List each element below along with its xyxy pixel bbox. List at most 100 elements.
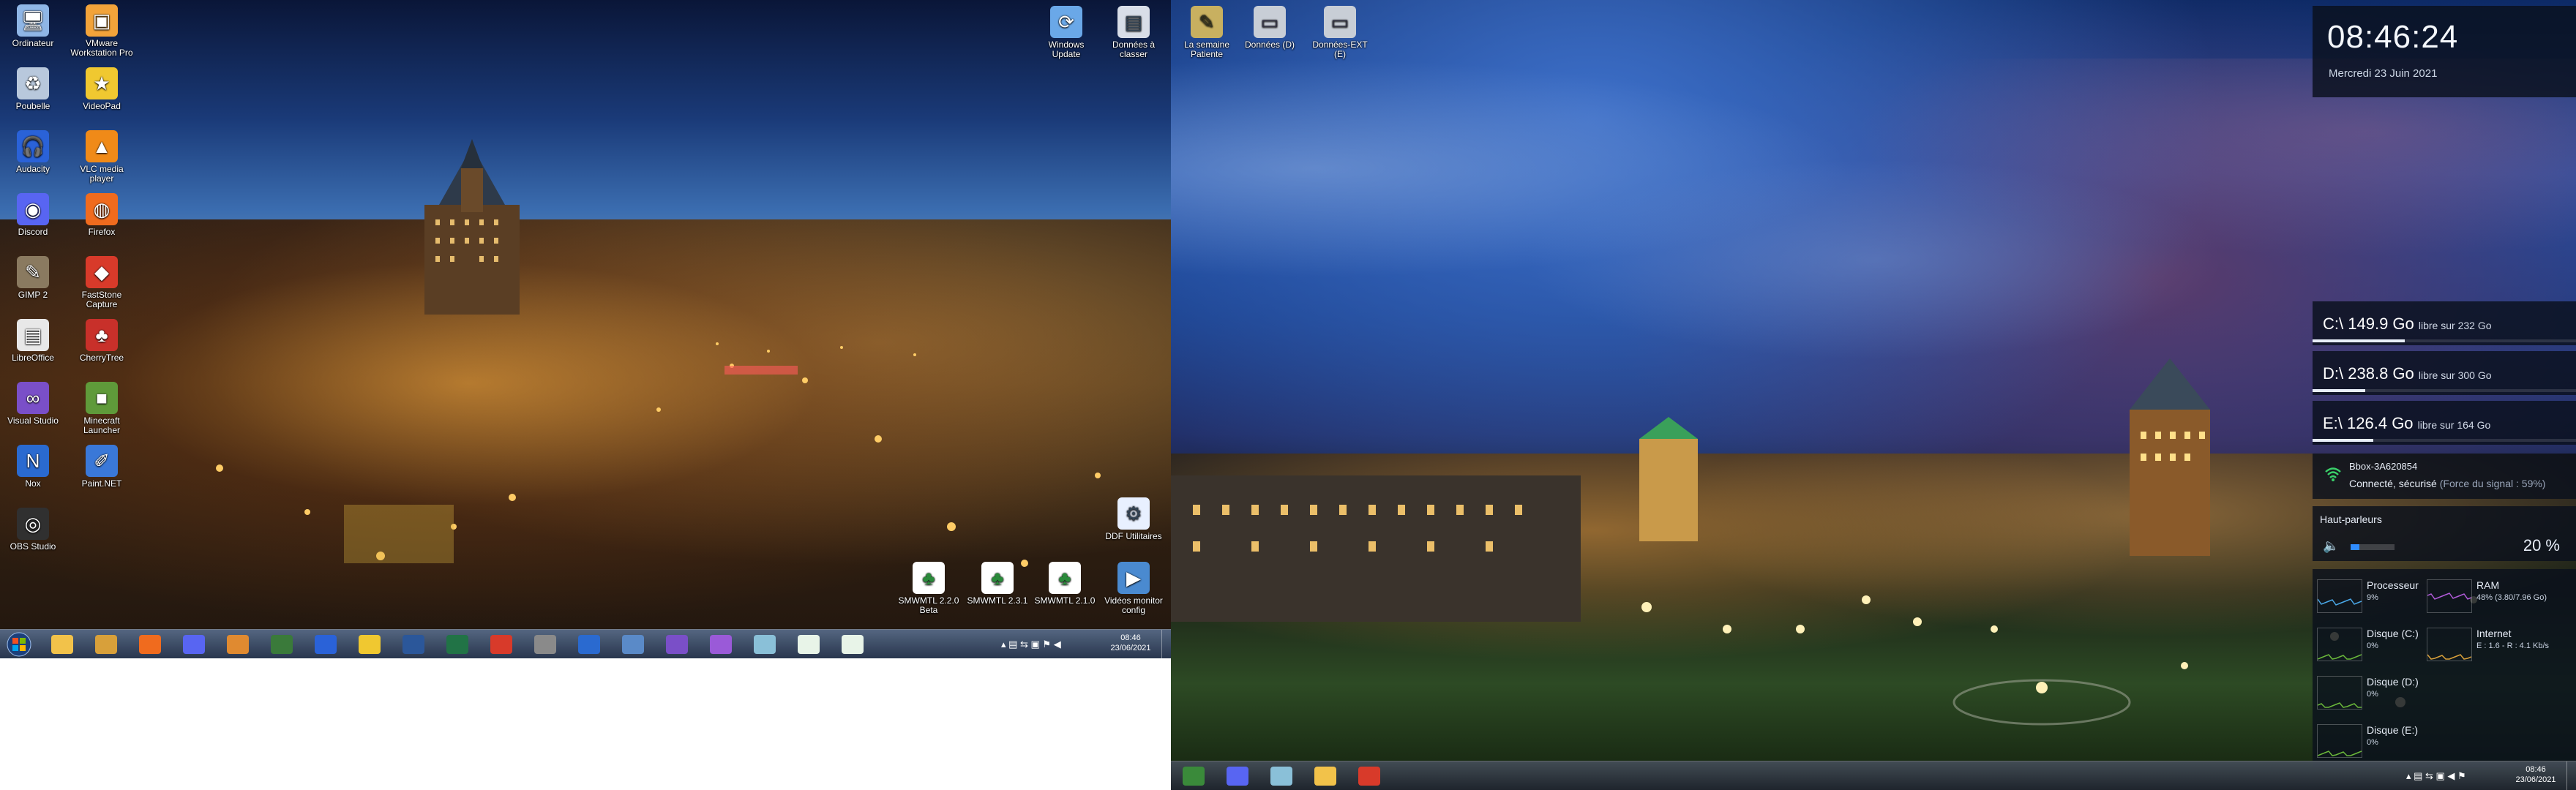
windows-update-shortcut[interactable]: ⟳ Windows Update [1033,6,1099,59]
taskbar-app-explorer[interactable] [1307,764,1344,788]
nox-shortcut[interactable]: N Nox [0,445,66,489]
taskbar-app-faststone[interactable] [1351,764,1388,788]
videopad-icon: ★ [86,67,118,99]
taskbar-app-excel[interactable] [439,633,476,656]
vlc-shortcut[interactable]: ▲ VLC media player [69,130,135,184]
taskbar-clock[interactable]: 08:46 23/06/2021 [2510,764,2561,785]
taskbar-app-steam[interactable] [263,633,300,656]
clock-time: 08:46 [2526,765,2546,774]
notepad-icon [754,635,776,654]
taskbar-app-vs-preview[interactable] [703,633,739,656]
tray-icons[interactable]: ▴ ▤ ⇆ ▣ ⚑ ◀ [1001,639,1061,650]
taskbar-clock[interactable]: 08:46 23/06/2021 [1105,633,1156,653]
performance-widget[interactable]: Processeur 9% RAM 48% (3.80/7.96 Go) Dis… [2313,569,2576,768]
videopad-shortcut[interactable]: ★ VideoPad [69,67,135,111]
smwmtl-210-shortcut[interactable]: ♣ SMWMTL 2.1.0 [1032,562,1098,606]
perf-value: 0% [2367,738,2378,747]
speaker-icon[interactable]: 🔈 [2323,538,2339,554]
cherrytree-icon: ♣ [86,319,118,351]
taskbar-app-media-player[interactable] [220,633,256,656]
taskbar-app-audacity[interactable] [307,633,344,656]
perf-line [2317,750,2362,756]
taskbar-app-firefox[interactable] [132,633,168,656]
gimp-shortcut[interactable]: ✎ GIMP 2 [0,256,66,300]
taskbar-app-discord[interactable] [176,633,212,656]
drive-usage-bar [2313,339,2576,342]
drive-e-widget[interactable]: E:\ 126.4 Go libre sur 164 Go [2313,401,2576,445]
taskbar-app-explorer[interactable] [44,633,80,656]
taskbar-app-smwmtl-2[interactable] [834,633,871,656]
show-desktop-button[interactable] [1161,630,1171,658]
perf-internet[interactable]: Internet E : 1.6 - R : 4.1 Kb/s [2422,622,2551,666]
perf-line [2317,702,2362,708]
wifi-signal-icon [2325,467,2341,481]
minecraft-icon: ■ [86,382,118,414]
videos-monitor-config-shortcut[interactable]: ▶ Vidéos monitor config [1101,562,1167,615]
clock-widget[interactable]: 08:46:24 Mercredi 23 Juin 2021 [2313,6,2576,97]
donnees-a-classer-shortcut[interactable]: ▤ Données à classer [1101,6,1167,59]
libreoffice-shortcut[interactable]: ▤ LibreOffice [0,319,66,363]
audio-widget[interactable]: Haut-parleurs 🔈 20 % [2313,506,2576,561]
discord-shortcut[interactable]: ◉ Discord [0,193,66,237]
tray-icons[interactable]: ▴ ▤ ⇆ ▣ ◀ ⚑ [2406,770,2466,782]
taskbar-app-notepad[interactable] [1263,764,1300,788]
faststone-shortcut[interactable]: ◆ FastStone Capture [69,256,135,309]
drive-usage-bar [2313,439,2576,442]
perf-label: RAM [2476,579,2500,591]
paintnet-shortcut[interactable]: ✐ Paint.NET [69,445,135,489]
recycle-bin-shortcut[interactable]: ♻ Poubelle [0,67,66,111]
taskbar-app-nox[interactable] [571,633,607,656]
perf-disk-d[interactable]: Disque (D:) 0% [2313,670,2441,714]
ddf-utilitaires-shortcut[interactable]: ⚙ DDF Utilitaires [1101,497,1167,541]
computer-shortcut[interactable]: 🖥 Ordinateur [0,4,66,48]
perf-disk-e[interactable]: Disque (E:) 0% [2313,718,2441,762]
notepad-icon [1270,767,1292,786]
cpu-graph [2317,579,2362,613]
perf-sparkline [2427,654,2472,660]
donnees-d-shortcut[interactable]: ▭ Données (D) [1237,6,1303,50]
smwmtl-icon [798,635,820,654]
media-player-icon [227,635,249,654]
folder-data-icon: ▤ [1117,6,1150,38]
perf-ram[interactable]: RAM 48% (3.80/7.96 Go) [2422,573,2551,617]
perf-label: Processeur [2367,579,2419,591]
library-icon [95,635,117,654]
start-button[interactable] [3,631,35,658]
taskbar-app-word[interactable] [395,633,432,656]
shortcut-label: Discord [18,227,48,237]
smwmtl-220-beta-shortcut[interactable]: ♣ SMWMTL 2.2.0 Beta [896,562,962,615]
taskbar-app-videopad[interactable] [351,633,388,656]
disk-d-graph [2317,676,2362,710]
taskbar-app-virtual-box[interactable] [615,633,651,656]
taskbar-app-smwmtl[interactable] [790,633,827,656]
firefox-shortcut[interactable]: ◍ Firefox [69,193,135,237]
shortcut-label: Paint.NET [81,478,122,489]
la-semaine-patiente-shortcut[interactable]: ✎ La semaine Patiente [1174,6,1240,59]
donnees-ext-e-shortcut[interactable]: ▭ Données-EXT (E) [1307,6,1373,59]
obs-shortcut[interactable]: ◎ OBS Studio [0,508,66,552]
taskbar-app-library[interactable] [88,633,124,656]
drive-d-widget[interactable]: D:\ 238.8 Go libre sur 300 Go [2313,351,2576,395]
shortcut-label: Minecraft Launcher [83,415,121,435]
taskbar-app-system-tool[interactable] [527,633,564,656]
volume-slider[interactable] [2351,544,2395,550]
taskbar-app-faststone[interactable] [483,633,520,656]
taskbar-app-notepad[interactable] [746,633,783,656]
show-desktop-button[interactable] [2566,761,2576,790]
visual-studio-shortcut[interactable]: ∞ Visual Studio [0,382,66,426]
taskbar-app-discord[interactable] [1219,764,1256,788]
smwmtl-231-shortcut[interactable]: ♣ SMWMTL 2.3.1 [965,562,1030,606]
word-icon [402,635,424,654]
taskbar-app-visual-studio[interactable] [659,633,695,656]
vmware-shortcut[interactable]: ▣ VMware Workstation Pro [69,4,135,58]
firefox-icon [139,635,161,654]
audacity-shortcut[interactable]: 🎧 Audacity [0,130,66,174]
shortcut-label: Audacity [15,164,50,174]
perf-value: 0% [2367,690,2378,699]
drive-c-widget[interactable]: C:\ 149.9 Go libre sur 232 Go [2313,301,2576,345]
drive-total: libre sur 232 Go [2418,320,2492,331]
wifi-widget[interactable]: Bbox-3A620854 Connecté, sécurisé (Force … [2313,454,2576,499]
cherrytree-shortcut[interactable]: ♣ CherryTree [69,319,135,363]
taskbar-app-nox[interactable] [1175,764,1212,788]
minecraft-shortcut[interactable]: ■ Minecraft Launcher [69,382,135,435]
